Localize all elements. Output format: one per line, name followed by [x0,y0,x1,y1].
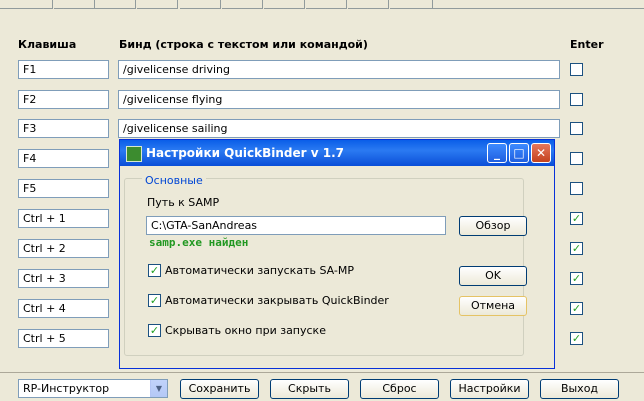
enter-checkbox[interactable]: ✓ [570,302,583,315]
bind-field[interactable]: /givelicense driving [118,60,560,79]
tab-label: 9 [354,0,360,3]
hide-on-start-checkbox[interactable]: ✓ [148,324,161,337]
reset-button[interactable]: Сброс [360,379,439,399]
ok-button[interactable]: OK [459,266,527,286]
key-field[interactable]: F2 [18,90,109,109]
tab-label: 3 [101,0,107,3]
enter-checkbox[interactable] [570,93,583,106]
tab-5[interactable]: 5 [180,0,221,9]
hide-on-start-label: Скрывать окно при запуске [165,324,326,337]
bind-field[interactable]: /givelicense flying [118,90,560,109]
cancel-button[interactable]: Отмена [459,296,527,316]
key-field[interactable]: F4 [18,149,109,168]
key-field[interactable]: Ctrl + 2 [18,239,109,258]
tab-3[interactable]: 3 [95,0,136,9]
samp-path-label: Путь к SAMP [147,196,220,209]
tab-4[interactable]: 4 [137,0,178,9]
tab-1[interactable]: 1 [0,0,53,9]
key-field[interactable]: Ctrl + 3 [18,269,109,288]
autoclose-checkbox[interactable]: ✓ [148,294,161,307]
key-column-header: Клавиша [18,38,77,51]
enter-column-header: Enter [570,38,604,51]
tab-strip: 1 2 3 4 5 6 7 8 9 10 [0,0,644,10]
tab-divider [432,8,644,9]
enter-checkbox[interactable] [570,122,583,135]
enter-checkbox[interactable]: ✓ [570,212,583,225]
enter-checkbox[interactable] [570,182,583,195]
enter-checkbox[interactable] [570,152,583,165]
key-field[interactable]: F5 [18,179,109,198]
tab-label: 7 [270,0,276,3]
tab-label: 2 [60,0,66,3]
key-field[interactable]: Ctrl + 5 [18,329,109,348]
minimize-button[interactable]: _ [487,143,507,163]
enter-checkbox[interactable] [570,63,583,76]
tab-label: 6 [228,0,234,3]
tab-label: 5 [186,0,192,3]
tab-2[interactable]: 2 [54,0,95,9]
enter-checkbox[interactable]: ✓ [570,242,583,255]
autostart-label: Автоматически запускать SA-MP [165,264,355,277]
dialog-title-bar[interactable]: Настройки QuickBinder v 1.7 _ □ ✕ [120,140,554,166]
save-button[interactable]: Сохранить [180,379,259,399]
close-button[interactable]: ✕ [531,143,551,163]
tab-label: 10 [396,0,409,3]
tab-9[interactable]: 9 [348,0,389,9]
settings-button[interactable]: Настройки [450,379,529,399]
profile-select-value: RP-Инструктор [23,382,110,395]
tab-label: 4 [143,0,149,3]
app-icon [126,146,142,162]
tab-10[interactable]: 10 [390,0,433,9]
bind-column-header: Бинд (строка с текстом или командой) [119,38,368,51]
enter-checkbox[interactable]: ✓ [570,332,583,345]
tab-6[interactable]: 6 [222,0,263,9]
key-field[interactable]: F1 [18,60,109,79]
key-field[interactable]: Ctrl + 1 [18,209,109,228]
exit-button[interactable]: Выход [540,379,619,399]
group-label: Основные [142,174,206,187]
autostart-checkbox[interactable]: ✓ [148,264,161,277]
tab-8[interactable]: 8 [306,0,347,9]
key-field[interactable]: F3 [18,119,109,138]
maximize-button[interactable]: □ [509,143,529,163]
tab-label: 8 [312,0,318,3]
hide-button[interactable]: Скрыть [270,379,349,399]
status-text: samp.exe найден [149,236,249,249]
key-field[interactable]: Ctrl + 4 [18,299,109,318]
settings-dialog: Настройки QuickBinder v 1.7 _ □ ✕ Основн… [119,139,555,369]
chevron-down-icon[interactable]: ▼ [150,380,167,397]
enter-checkbox[interactable]: ✓ [570,272,583,285]
tab-7[interactable]: 7 [264,0,305,9]
dialog-title: Настройки QuickBinder v 1.7 [146,146,345,160]
autoclose-label: Автоматически закрывать QuickBinder [165,294,389,307]
browse-button[interactable]: Обзор [459,216,527,236]
profile-select[interactable]: RP-Инструктор ▼ [18,379,168,398]
tab-label: 1 [6,0,12,3]
samp-path-field[interactable]: C:\GTA-SanAndreas [146,216,446,235]
bind-field[interactable]: /givelicense sailing [118,119,560,138]
